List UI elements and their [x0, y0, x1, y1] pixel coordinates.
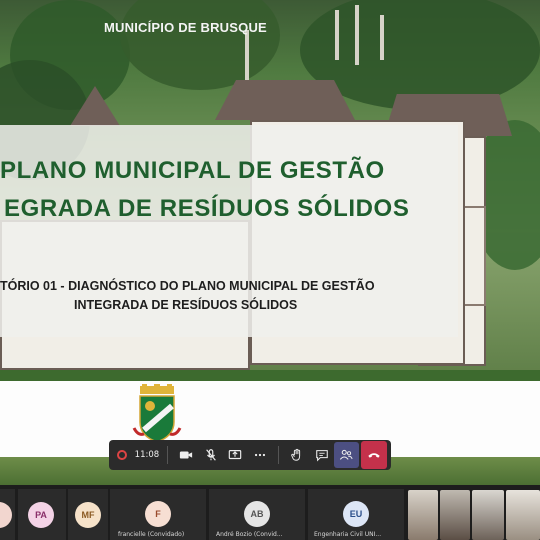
camera-icon [180, 451, 193, 459]
municipality-label: MUNICÍPIO DE BRUSQUE [104, 20, 267, 35]
participant-avatar: PA [28, 502, 54, 528]
participant-avatar: F [145, 501, 171, 527]
slide-subtitle-line-1: TÓRIO 01 - DIAGNÓSTICO DO PLANO MUNICIPA… [0, 279, 375, 293]
chat-icon [315, 450, 328, 462]
toolbar-divider [167, 446, 168, 464]
hang-up-button[interactable] [360, 441, 387, 469]
mic-off-icon [205, 449, 216, 461]
share-button[interactable] [223, 442, 248, 468]
participant-avatar: AB [244, 501, 270, 527]
raise-hand-icon [291, 448, 301, 461]
slide-subtitle-line-2: INTEGRADA DE RESÍDUOS SÓLIDOS [74, 298, 298, 312]
shared-screen: MUNICÍPIO DE BRUSQUE PLANO MUNICIPAL DE … [0, 0, 540, 485]
meeting-toolbar: 11:08 [109, 440, 391, 470]
participant-avatar: EU [343, 501, 369, 527]
participant-avatar: MF [75, 502, 101, 528]
camera-button[interactable] [174, 442, 199, 468]
chat-button[interactable] [310, 442, 335, 468]
people-icon [340, 449, 353, 460]
participant-video-feed[interactable] [440, 490, 470, 540]
slide-title-line-1: PLANO MUNICIPAL DE GESTÃO [0, 157, 385, 184]
share-icon [229, 450, 242, 460]
record-icon [117, 450, 127, 460]
participant-name: Engenharia Civil UNI... [314, 531, 382, 538]
meeting-timer: 11:08 [134, 450, 160, 460]
toolbar-divider [278, 446, 279, 464]
participant-name: francielle (Convidado) [118, 531, 185, 538]
participants-button[interactable] [334, 442, 359, 468]
more-options-button[interactable] [248, 442, 273, 468]
hang-up-icon [368, 453, 380, 458]
participant-video-feed[interactable] [408, 490, 438, 540]
microphone-button[interactable] [199, 442, 224, 468]
raise-hand-button[interactable] [285, 442, 310, 468]
participant-name: André Bozio (Convid... [216, 531, 283, 538]
slide-title-line-2: EGRADA DE RESÍDUOS SÓLIDOS [4, 195, 410, 222]
participant-video-feed[interactable] [506, 490, 540, 540]
more-icon [254, 453, 265, 457]
participant-video-feed[interactable] [472, 490, 504, 540]
municipal-crest-logo [132, 384, 182, 443]
